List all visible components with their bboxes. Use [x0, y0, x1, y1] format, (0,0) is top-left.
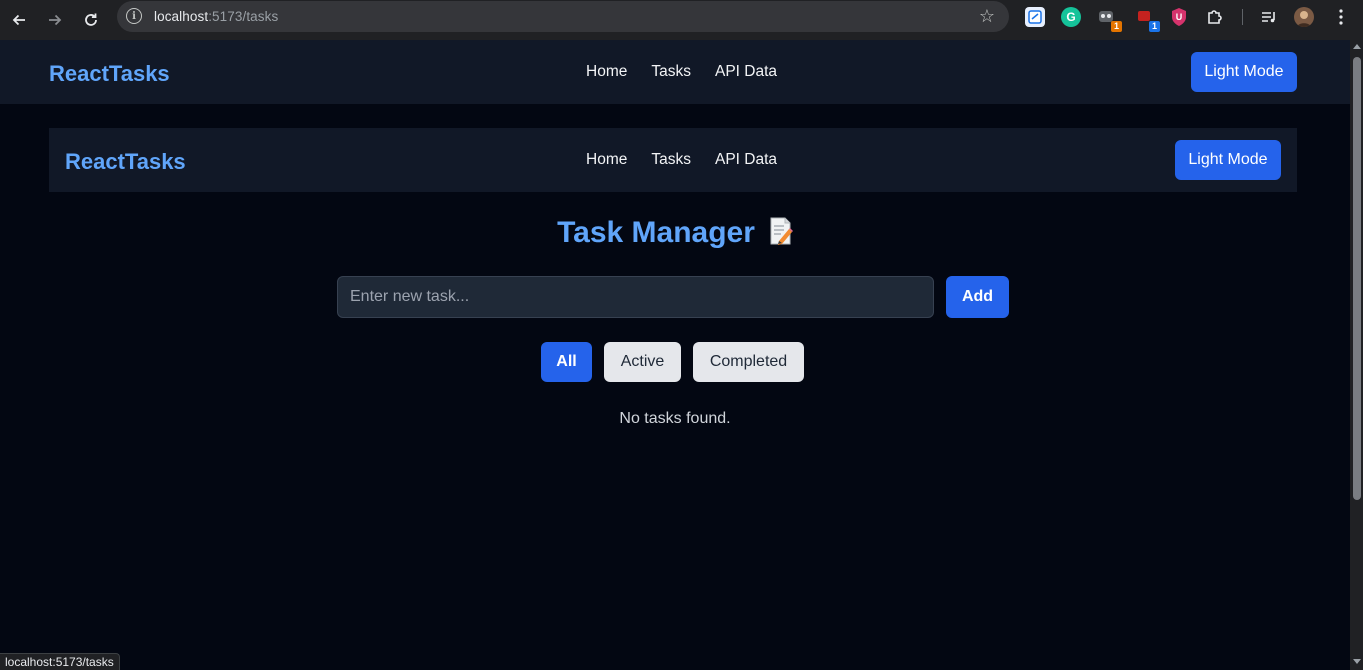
- scroll-up-arrow-icon[interactable]: [1353, 44, 1361, 49]
- todo-icon[interactable]: 1: [1135, 7, 1160, 32]
- top-navbar: ReactTasks Home Tasks API Data Light Mod…: [0, 40, 1350, 104]
- title-row: Task Manager: [0, 216, 1350, 250]
- page-scrollbar[interactable]: [1350, 40, 1363, 670]
- inner-nav-link-api-data[interactable]: API Data: [715, 151, 777, 169]
- inner-nav-links: Home Tasks API Data: [586, 151, 777, 169]
- filter-completed-button[interactable]: Completed: [693, 342, 804, 382]
- nav-links: Home Tasks API Data: [586, 63, 777, 81]
- url-text[interactable]: localhost:5173/tasks: [154, 9, 278, 24]
- page-title: Task Manager: [557, 216, 755, 249]
- avatar[interactable]: [1294, 7, 1314, 27]
- nav-link-api-data[interactable]: API Data: [715, 63, 777, 81]
- inner-nav-link-home[interactable]: Home: [586, 151, 627, 169]
- light-mode-button[interactable]: Light Mode: [1191, 52, 1297, 92]
- copy-icon[interactable]: [1025, 7, 1045, 27]
- browser-toolbar: i localhost:5173/tasks ☆ G 1 1 U: [0, 0, 1363, 40]
- brand-logo[interactable]: ReactTasks: [49, 61, 170, 87]
- add-task-button[interactable]: Add: [946, 276, 1009, 318]
- inner-nav-link-tasks[interactable]: Tasks: [651, 151, 691, 169]
- svg-text:U: U: [1176, 12, 1183, 22]
- new-task-input[interactable]: [337, 276, 934, 318]
- empty-state-message: No tasks found.: [619, 410, 731, 427]
- address-bar[interactable]: i localhost:5173/tasks ☆: [117, 1, 1009, 32]
- site-info-icon[interactable]: i: [126, 8, 142, 24]
- nav-link-home[interactable]: Home: [586, 63, 627, 81]
- inner-light-mode-button[interactable]: Light Mode: [1175, 140, 1281, 180]
- filter-all-button[interactable]: All: [541, 342, 592, 382]
- inner-brand-logo[interactable]: ReactTasks: [65, 149, 186, 175]
- forward-icon[interactable]: [41, 6, 69, 34]
- bookmark-star-icon[interactable]: ☆: [979, 6, 995, 27]
- menu-kebab-icon[interactable]: [1331, 7, 1351, 27]
- nav-link-tasks[interactable]: Tasks: [651, 63, 691, 81]
- filter-active-button[interactable]: Active: [604, 342, 681, 382]
- back-icon[interactable]: [5, 6, 33, 34]
- media-control-icon[interactable]: [1259, 7, 1279, 27]
- puzzle-icon[interactable]: [1205, 7, 1225, 27]
- inner-navbar: ReactTasks Home Tasks API Data Light Mod…: [49, 128, 1297, 192]
- tamper-icon[interactable]: 1: [1097, 7, 1122, 32]
- toolbar-separator: [1242, 9, 1243, 25]
- status-url-tooltip: localhost:5173/tasks: [0, 653, 120, 670]
- todo-badge: 1: [1149, 21, 1160, 32]
- grammarly-icon[interactable]: G: [1061, 7, 1081, 27]
- reload-icon[interactable]: [77, 6, 105, 34]
- memo-icon: [769, 217, 793, 245]
- page: ReactTasks Home Tasks API Data Light Mod…: [0, 40, 1350, 670]
- tamper-badge: 1: [1111, 21, 1122, 32]
- scroll-down-arrow-icon[interactable]: [1353, 659, 1361, 664]
- ublock-icon[interactable]: U: [1169, 7, 1189, 27]
- scroll-thumb[interactable]: [1353, 57, 1361, 500]
